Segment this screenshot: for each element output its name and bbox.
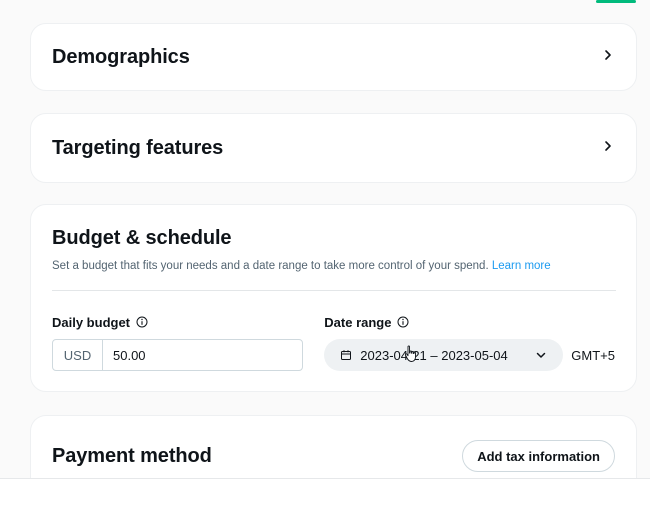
budget-fields: Daily budget USD Date range: [52, 313, 615, 371]
info-icon[interactable]: [397, 316, 409, 328]
currency-label: USD: [53, 340, 103, 370]
daily-budget-label-text: Daily budget: [52, 314, 131, 330]
payment-header: Payment method Add tax information: [31, 416, 636, 472]
budget-subtitle-text: Set a budget that fits your needs and a …: [52, 260, 489, 272]
date-range-label-text: Date range: [324, 314, 392, 330]
add-tax-information-button[interactable]: Add tax information: [462, 440, 615, 472]
daily-budget-input-group[interactable]: USD: [52, 339, 303, 371]
divider: [52, 290, 616, 291]
budget-title: Budget & schedule: [52, 227, 232, 249]
demographics-title: Demographics: [52, 45, 190, 68]
calendar-icon: [341, 350, 352, 360]
timezone-label: GMT+5: [571, 347, 615, 363]
budget-subtitle: Set a budget that fits your needs and a …: [52, 260, 615, 272]
learn-more-link[interactable]: Learn more: [492, 260, 551, 272]
chevron-right-icon: [605, 141, 611, 151]
daily-budget-input[interactable]: [103, 346, 293, 364]
targeting-header[interactable]: Targeting features: [31, 114, 636, 182]
date-range-picker[interactable]: 2023-04-21 – 2023-05-04: [324, 339, 564, 371]
targeting-title: Targeting features: [52, 136, 224, 159]
hand-cursor-icon: [404, 345, 416, 362]
targeting-card[interactable]: Targeting features: [30, 113, 637, 183]
date-range-value: 2023-04-21 – 2023-05-04: [360, 347, 508, 363]
top-accent-bar: [596, 0, 636, 3]
daily-budget-label: Daily budget: [52, 313, 324, 331]
demographics-card[interactable]: Demographics: [30, 23, 637, 91]
payment-title: Payment method: [52, 444, 212, 467]
chevron-down-icon: [537, 352, 546, 358]
date-range-field: Date range 2023-04-21 – 2023-05-04 GMT+5: [324, 313, 615, 371]
budget-schedule-card: Budget & schedule Set a budget that fits…: [30, 204, 637, 392]
date-range-label: Date range: [324, 313, 615, 331]
daily-budget-field: Daily budget USD: [52, 313, 324, 371]
demographics-header[interactable]: Demographics: [31, 24, 636, 90]
date-range-row: 2023-04-21 – 2023-05-04 GMT+5: [324, 339, 615, 371]
page: Demographics Targeting features Budget &…: [0, 0, 650, 514]
info-icon[interactable]: [136, 316, 148, 328]
chevron-right-icon: [605, 50, 611, 60]
bottom-bar: [0, 478, 650, 514]
